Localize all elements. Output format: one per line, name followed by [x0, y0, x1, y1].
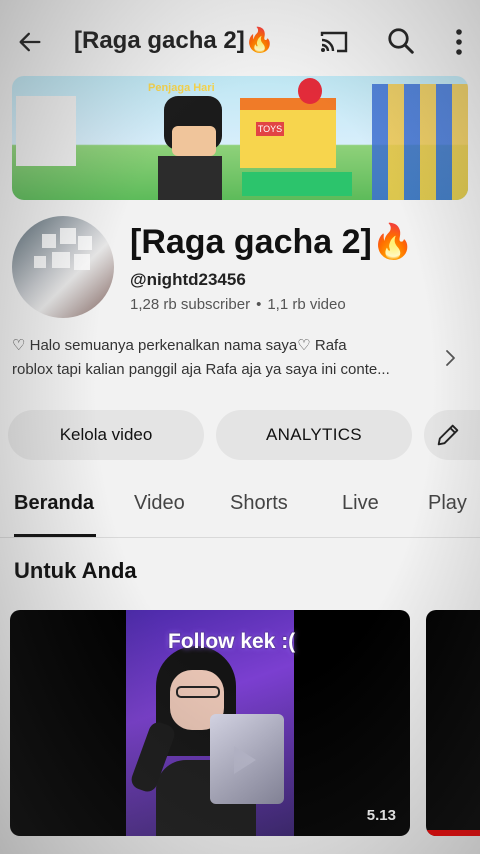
banner-balloon-graphic — [298, 78, 322, 104]
page-title: [Raga gacha 2]🔥 — [74, 27, 275, 54]
banner-table-graphic — [242, 172, 352, 196]
cast-button[interactable] — [318, 28, 350, 56]
more-vert-icon — [456, 29, 462, 55]
tab-shorts[interactable]: Shorts — [230, 492, 288, 515]
banner-tag: Penjaga Hari — [148, 82, 215, 94]
banner-shop-graphic — [240, 98, 336, 168]
banner-boxes-graphic — [372, 84, 468, 200]
plaque-play-icon — [234, 746, 256, 774]
tab-beranda[interactable]: Beranda — [14, 492, 94, 515]
tab-video[interactable]: Video — [134, 492, 185, 515]
description-line-2: roblox tapi kalian panggil aja Rafa aja … — [12, 361, 390, 378]
manage-videos-button[interactable]: Kelola video — [8, 410, 204, 460]
video-card[interactable]: Follow kek :( 5.13 — [10, 610, 410, 836]
search-button[interactable] — [386, 26, 418, 58]
video-duration: 5.13 — [366, 807, 396, 824]
description-line-1: ♡ Halo semuanya perkenalkan nama saya♡ R… — [12, 337, 347, 354]
channel-tabs: Beranda Video Shorts Live Play — [0, 480, 480, 538]
more-options-button[interactable] — [450, 26, 468, 58]
subscriber-count: 1,28 rb subscriber — [130, 296, 251, 313]
tab-play[interactable]: Play — [428, 492, 467, 515]
tab-live[interactable]: Live — [342, 492, 379, 515]
description-expand-button[interactable] — [440, 346, 460, 370]
channel-name: [Raga gacha 2]🔥 — [130, 223, 415, 261]
cast-icon — [320, 31, 348, 53]
banner-house-graphic — [16, 96, 76, 166]
watch-progress-bar — [426, 830, 480, 836]
thumbnail-glasses — [176, 686, 220, 698]
search-icon — [388, 28, 414, 54]
banner-character-face — [172, 126, 216, 156]
arrow-left-icon — [19, 32, 41, 52]
video-count: 1,1 rb video — [267, 296, 346, 313]
back-button[interactable] — [14, 26, 46, 58]
stats-separator: • — [256, 296, 262, 313]
channel-stats: 1,28 rb subscriber • 1,1 rb video — [130, 296, 346, 313]
analytics-button[interactable]: ANALYTICS — [216, 410, 412, 460]
banner-character-body — [158, 156, 222, 200]
channel-banner: TOYS Penjaga Hari — [12, 76, 468, 200]
channel-avatar[interactable] — [12, 216, 114, 318]
top-app-bar: [Raga gacha 2]🔥 — [0, 0, 480, 84]
video-overlay-text: Follow kek :( — [168, 630, 296, 653]
channel-handle: @nightd23456 — [130, 270, 246, 289]
active-tab-indicator — [14, 534, 96, 537]
banner-shop-sign: TOYS — [256, 122, 284, 136]
channel-description[interactable]: ♡ Halo semuanya perkenalkan nama saya♡ R… — [12, 334, 432, 382]
chevron-right-icon — [446, 350, 455, 366]
pencil-icon — [437, 424, 459, 446]
edit-channel-button[interactable] — [424, 410, 480, 460]
section-title: Untuk Anda — [14, 558, 137, 583]
video-card-next[interactable] — [426, 610, 480, 836]
